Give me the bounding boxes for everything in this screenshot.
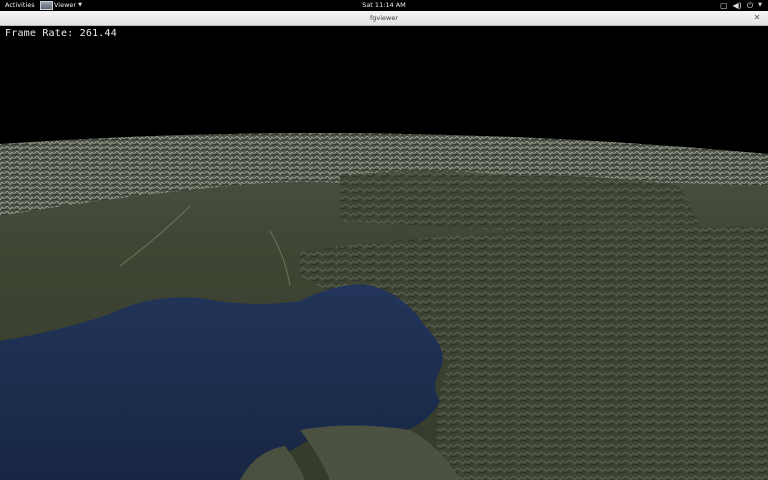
top-panel: Activities Viewer ▼ Sat 11:14 AM ▢ ◀) ⏻ … xyxy=(0,0,768,11)
chevron-down-icon: ▼ xyxy=(758,2,762,8)
volume-icon: ◀) xyxy=(732,1,742,10)
clock[interactable]: Sat 11:14 AM xyxy=(0,0,768,11)
screen-icon: ▢ xyxy=(719,1,728,10)
close-icon: ✕ xyxy=(753,13,761,22)
frame-rate-readout: Frame Rate: 261.44 xyxy=(5,28,117,39)
power-icon: ⏻ xyxy=(746,1,754,10)
window-title: fgviewer xyxy=(369,14,399,22)
close-button[interactable]: ✕ xyxy=(751,12,763,24)
window-titlebar[interactable]: fgviewer ✕ xyxy=(0,11,768,26)
terrain-render xyxy=(0,26,768,480)
3d-viewport[interactable]: Frame Rate: 261.44 xyxy=(0,26,768,480)
system-status-menu[interactable]: ▢ ◀) ⏻ ▼ xyxy=(720,0,762,11)
